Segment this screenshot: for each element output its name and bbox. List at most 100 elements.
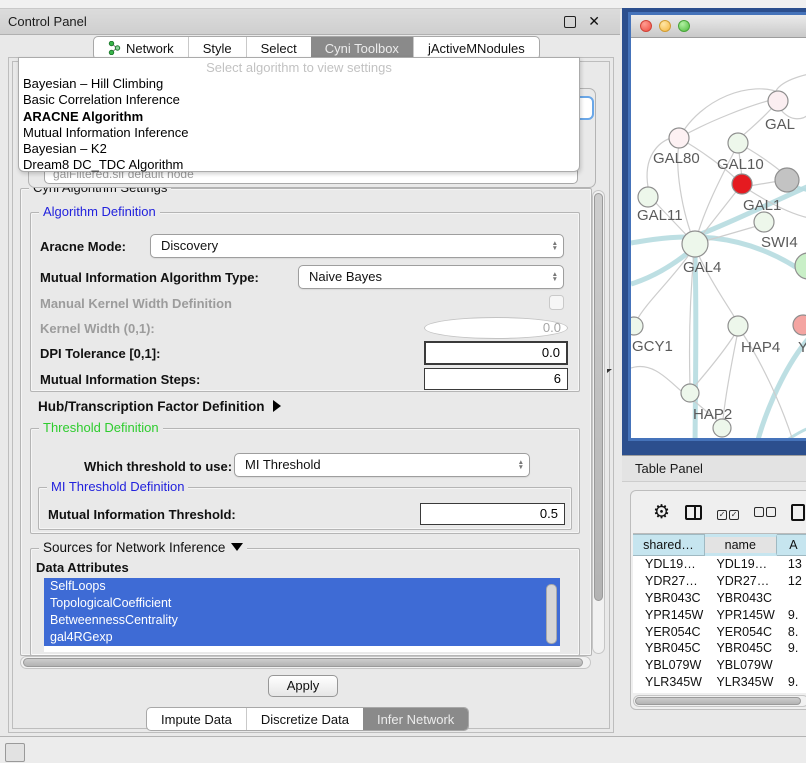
settings-vscroll-thumb[interactable] — [594, 193, 603, 601]
network-node-gcy1[interactable] — [631, 317, 643, 335]
tab-impute-data[interactable]: Impute Data — [147, 708, 246, 730]
table-row[interactable]: YPR145WYPR145W9. — [633, 606, 806, 623]
node-table: shared…nameAYDL19…YDL19…13YDR27…YDR27…12… — [633, 533, 806, 693]
tab-jactivemnodules[interactable]: jActiveMNodules — [413, 37, 539, 59]
node-label: Y — [798, 339, 806, 356]
network-node-hap2[interactable] — [681, 384, 699, 402]
table-cell — [776, 657, 806, 674]
dock-panel-button[interactable] — [5, 743, 25, 762]
node-label: GAL — [765, 116, 795, 133]
mi-threshold-field[interactable]: 0.5 — [420, 503, 565, 525]
tab-jactivemnodules-label: jActiveMNodules — [428, 41, 525, 56]
network-node-gal4[interactable] — [682, 231, 708, 257]
table-row[interactable]: YBR045CYBR045C9. — [633, 640, 806, 657]
table-row[interactable]: YBL079WYBL079W — [633, 657, 806, 674]
network-node-hap4[interactable] — [728, 316, 748, 336]
algorithm-dropdown-item[interactable]: Bayesian – Hill Climbing — [19, 76, 579, 92]
table-cell: YBR043C — [633, 590, 704, 607]
unchecked-boxes-icon[interactable] — [754, 505, 776, 520]
manual-kernel-label: Manual Kernel Width Definition — [40, 296, 232, 311]
algorithm-definition-title: Algorithm Definition — [39, 204, 160, 219]
column-header[interactable]: shared… — [633, 534, 705, 556]
data-attribute-item[interactable]: SelfLoops — [44, 578, 560, 595]
algorithm-dropdown-item[interactable]: Dream8 DC_TDC Algorithm — [19, 157, 579, 173]
attribute-list-scrollbar[interactable] — [546, 584, 557, 644]
algorithm-dropdown-item[interactable]: ARACNE Algorithm — [19, 109, 579, 125]
data-attribute-item[interactable]: TopologicalCoefficient — [44, 595, 560, 612]
manual-kernel-checkbox[interactable] — [549, 295, 564, 310]
tab-cyni-toolbox-label: Cyni Toolbox — [325, 41, 399, 56]
network-node-gal10[interactable] — [728, 133, 748, 153]
table-cell: YDR27… — [704, 573, 775, 590]
table-cell: YER054C — [704, 623, 775, 640]
network-canvas[interactable]: GALGAL80GAL10GAL1GAL11SWI4GAL4GCY1HAP4YH… — [631, 38, 806, 441]
tab-style[interactable]: Style — [188, 37, 246, 59]
table-cell: 9 — [776, 690, 806, 693]
tab-infer-network[interactable]: Infer Network — [363, 708, 468, 730]
apply-button[interactable]: Apply — [268, 675, 338, 697]
table-row[interactable]: YER054CYER054C8. — [633, 623, 806, 640]
settings-vertical-scrollbar[interactable] — [592, 190, 605, 654]
table-horizontal-scrollbar[interactable] — [633, 695, 806, 707]
algorithm-dropdown-item[interactable]: Basic Correlation Inference — [19, 92, 579, 108]
network-view-window[interactable]: GALGAL80GAL10GAL1GAL11SWI4GAL4GCY1HAP4YH… — [628, 12, 806, 441]
mi-type-combobox[interactable]: Naive Bayes ▲▼ — [298, 265, 564, 289]
tab-discretize-data[interactable]: Discretize Data — [246, 708, 363, 730]
minimize-traffic-light-icon[interactable] — [659, 20, 671, 32]
network-node[interactable] — [775, 168, 799, 192]
table-row[interactable]: YLR345WYLR345W9. — [633, 674, 806, 691]
zoom-traffic-light-icon[interactable] — [678, 20, 690, 32]
node-label: GAL10 — [717, 156, 764, 173]
hub-section-toggle[interactable]: Hub/Transcription Factor Definition — [38, 399, 281, 414]
kernel-width-field[interactable]: 0.0 — [424, 317, 568, 339]
table-cell: YLR345W — [704, 674, 775, 691]
settings-hscroll-thumb[interactable] — [23, 658, 583, 667]
mi-type-value: Naive Bayes — [309, 269, 382, 284]
table-hscroll-thumb[interactable] — [635, 697, 801, 705]
data-attributes-list: SelfLoopsTopologicalCoefficientBetweenne… — [44, 578, 560, 652]
network-node-gal11[interactable] — [638, 187, 658, 207]
close-traffic-light-icon[interactable] — [640, 20, 652, 32]
mi-type-label: Mutual Information Algorithm Type: — [40, 270, 259, 285]
tab-select[interactable]: Select — [246, 37, 311, 59]
kernel-width-label: Kernel Width (0,1): — [40, 321, 155, 336]
tab-cyni-toolbox[interactable]: Cyni Toolbox — [311, 37, 413, 59]
table-cell: YBR045C — [633, 640, 704, 657]
column-header[interactable]: name — [705, 534, 777, 556]
dpi-tolerance-field[interactable]: 0.0 — [424, 341, 568, 365]
mi-steps-field[interactable]: 6 — [424, 368, 568, 390]
table-row[interactable]: YDL19…YDL19…13 — [633, 556, 806, 573]
split-pane-icon[interactable] — [685, 505, 702, 520]
table-row[interactable]: YBR043CYBR043C — [633, 590, 806, 607]
table-cell: YIL052C — [704, 690, 775, 693]
aracne-mode-combobox[interactable]: Discovery ▲▼ — [150, 234, 564, 258]
data-attribute-item[interactable]: gal4RGexp — [44, 629, 560, 646]
node-label: GCY1 — [632, 338, 673, 355]
table-row[interactable]: YDR27…YDR27…12 — [633, 573, 806, 590]
network-node-gal80[interactable] — [669, 128, 689, 148]
checked-boxes-icon[interactable]: ✓✓ — [717, 505, 739, 520]
tab-network[interactable]: Network — [94, 37, 188, 59]
algorithm-dropdown-list: Bayesian – Hill ClimbingBasic Correlatio… — [19, 76, 579, 174]
column-header[interactable]: A — [777, 534, 806, 556]
algorithm-dropdown-item[interactable]: Mutual Information Inference — [19, 125, 579, 141]
network-node[interactable] — [795, 253, 806, 279]
tab-discretize-data-label: Discretize Data — [261, 712, 349, 727]
table-cell: YBR043C — [704, 590, 775, 607]
network-window-titlebar[interactable] — [631, 15, 806, 38]
table-row[interactable]: YIL052CYIL052C9 — [633, 690, 806, 693]
gear-icon[interactable]: ⚙ — [653, 501, 670, 524]
data-attribute-item[interactable]: BetweennessCentrality — [44, 612, 560, 629]
float-window-icon[interactable] — [564, 16, 576, 28]
network-node[interactable] — [713, 419, 731, 437]
close-icon[interactable]: ✕ — [588, 13, 600, 30]
page-icon[interactable] — [791, 504, 805, 521]
which-threshold-combobox[interactable]: MI Threshold ▲▼ — [234, 453, 530, 477]
network-node-gal[interactable] — [768, 91, 788, 111]
network-node-y[interactable] — [793, 315, 806, 335]
network-node-swi4[interactable] — [754, 212, 774, 232]
network-node-gal1[interactable] — [732, 174, 752, 194]
sources-group-title[interactable]: Sources for Network Inference — [39, 540, 247, 555]
settings-horizontal-scrollbar[interactable] — [20, 656, 591, 669]
algorithm-dropdown-item[interactable]: Bayesian – K2 — [19, 141, 579, 157]
